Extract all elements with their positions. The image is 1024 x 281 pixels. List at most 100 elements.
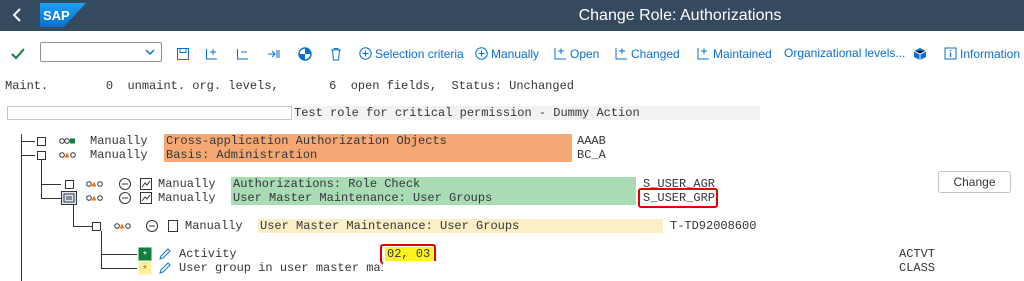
information-label: Information (960, 46, 1021, 61)
folder-expand-toggle[interactable] (65, 180, 74, 189)
status-label: Status: (451, 79, 502, 93)
page-title: Change Role: Authorizations (578, 7, 782, 24)
toolbar: Selection criteria Manually Open Changed… (0, 31, 1024, 75)
node-status-label: Manually (185, 219, 243, 233)
chevron-down-icon[interactable] (143, 45, 157, 59)
field-label-activity: Activity (179, 247, 237, 261)
pencil-icon[interactable] (158, 261, 172, 275)
open-button[interactable]: Open (554, 42, 599, 64)
information-button[interactable]: Information (944, 42, 1020, 64)
svg-text:SAP: SAP (43, 8, 70, 23)
changed-button[interactable]: Changed (615, 42, 680, 64)
selection-criteria-button[interactable]: Selection criteria (359, 42, 464, 64)
tree-line (21, 155, 35, 156)
minus-circle-icon[interactable] (118, 177, 132, 191)
org-levels-label: Organizational levels... (784, 46, 906, 60)
sap-logo: SAP (40, 3, 86, 27)
back-arrow-icon[interactable] (8, 4, 28, 26)
selected-object-icon[interactable] (61, 191, 77, 205)
tree-line (101, 231, 102, 268)
field-name: ACTVT (899, 247, 936, 261)
info-icon (944, 47, 957, 60)
field-open-icon: * (138, 261, 152, 275)
plus-icon (359, 47, 372, 61)
traffic-light-icon (59, 148, 76, 162)
trash-icon[interactable] (329, 42, 343, 64)
role-description: Test role for critical permission - Dumm… (294, 106, 760, 120)
node-text-role-check[interactable]: Authorizations: Role Check (231, 177, 636, 191)
folder-collapse-toggle[interactable] (92, 222, 101, 231)
unmaint-label: unmaint. org. levels, (127, 79, 279, 93)
change-button[interactable]: Change (938, 171, 1011, 193)
tree-line (73, 204, 74, 226)
node-status-label: Manually (158, 191, 216, 205)
field-name: CLASS (899, 261, 936, 275)
traffic-light-icon (86, 191, 103, 205)
status-line: Maint. 0 unmaint. org. levels, 6 open fi… (5, 78, 574, 94)
traffic-light-icon (86, 177, 103, 191)
save-icon[interactable] (176, 42, 190, 64)
folder-maintained-icon (697, 48, 709, 60)
folder-collapse-toggle[interactable] (37, 151, 46, 160)
manually-label: Manually (491, 46, 540, 61)
authorization-tree: Test role for critical permission - Dumm… (0, 100, 1024, 281)
tree-line (73, 226, 92, 227)
check-icon[interactable] (10, 42, 26, 64)
edit-document-icon[interactable] (139, 177, 153, 191)
next-icon[interactable] (267, 42, 281, 64)
manually-button[interactable]: Manually (475, 42, 539, 64)
node-text-authorization[interactable]: User Master Maintenance: User Groups (258, 219, 663, 233)
svg-text:*: * (143, 250, 147, 261)
collapse-icon[interactable] (236, 42, 250, 64)
tree-line (41, 160, 42, 198)
node-status-label: Manually (90, 148, 148, 162)
unmaint-count: 0 (105, 79, 114, 93)
traffic-light-icon (114, 219, 131, 233)
expand-icon[interactable] (205, 42, 219, 64)
field-value-row (383, 247, 893, 261)
role-name-field[interactable] (7, 106, 292, 120)
minus-circle-icon[interactable] (118, 191, 132, 205)
field-label-user-group: User group in user master main (179, 261, 396, 275)
maintained-label: Maintained (713, 46, 772, 61)
node-text-basis-administration[interactable]: Basis: Administration (164, 148, 572, 162)
edit-document-icon[interactable] (139, 191, 153, 205)
org-levels-button[interactable]: Organizational levels... (784, 42, 905, 64)
document-icon[interactable] (166, 219, 180, 233)
node-status-label: Manually (90, 134, 148, 148)
node-text-cross-application[interactable]: Cross-application Authorization Objects (164, 134, 572, 148)
folder-expand-toggle[interactable] (37, 137, 46, 146)
maintained-button[interactable]: Maintained (697, 42, 772, 64)
tree-line (101, 268, 137, 269)
node-text-user-groups[interactable]: User Master Maintenance: User Groups (231, 191, 636, 205)
minus-circle-icon[interactable] (145, 219, 159, 233)
status-value: Unchanged (509, 79, 574, 93)
selection-criteria-label: Selection criteria (375, 46, 464, 61)
node-code: T-TD92008600 (670, 219, 757, 233)
tree-line (41, 184, 61, 185)
title-bar: SAP Change Role: Authorizations (0, 0, 1024, 31)
status-icon[interactable] (298, 42, 312, 64)
cube-icon[interactable] (913, 42, 927, 64)
node-status-label: Manually (158, 177, 216, 191)
pencil-icon[interactable] (158, 247, 172, 261)
tree-line (21, 141, 35, 142)
field-value-user-group[interactable] (383, 261, 893, 275)
traffic-light-icon (59, 134, 76, 148)
plus-icon (475, 47, 488, 61)
red-highlight-frame (638, 188, 718, 208)
tree-line (41, 198, 61, 199)
node-code: AAAB (577, 134, 606, 148)
svg-text:*: * (143, 264, 147, 275)
changed-label: Changed (631, 46, 680, 61)
command-field[interactable] (40, 42, 162, 62)
open-label: Open (570, 46, 600, 61)
folder-changed-icon (615, 48, 627, 60)
field-maintained-icon: * (138, 247, 152, 261)
node-code: BC_A (577, 148, 606, 162)
maint-label: Maint. (5, 79, 49, 93)
tree-line (101, 254, 137, 255)
tree-line (21, 134, 22, 281)
open-fields-label: open fields, (350, 79, 438, 93)
folder-open-icon (554, 48, 566, 60)
